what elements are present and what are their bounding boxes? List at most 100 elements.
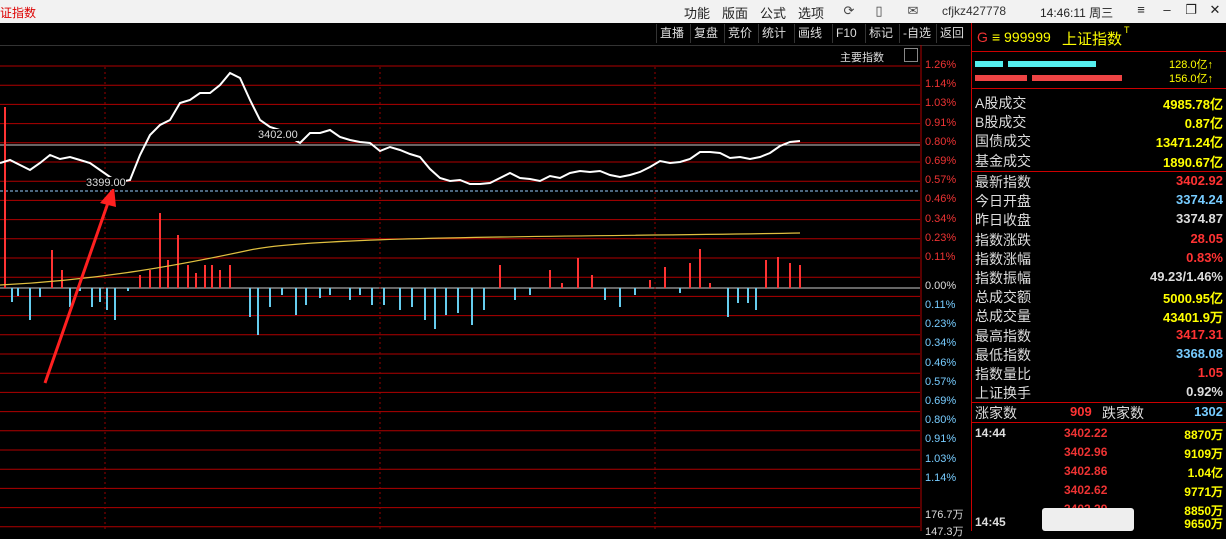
quote-row-label: 总成交额 [975,289,1031,306]
quote-row-value: 1890.67亿 [1163,154,1223,170]
high-price-marker: 3402.00 [258,129,298,141]
intraday-chart[interactable] [0,45,970,531]
live-button[interactable]: 直播 [656,24,687,43]
menu-options[interactable]: 选项 [798,3,824,22]
quote-row: 指数振幅 49.23/1.46% [972,267,1226,286]
quote-row: 总成交额 5000.95亿 [972,286,1226,306]
quote-row: 上证换手 0.92% [972,382,1226,401]
pct-axis-label: 1.03% [925,97,957,110]
auction-button[interactable]: 竞价 [724,24,755,43]
mail-icon[interactable]: ✉ [904,3,922,19]
pct-axis-label: 0.46% [925,193,957,206]
quote-row: 基金成交 1890.67亿 [972,150,1226,170]
down-count-value: 1302 [1194,404,1223,419]
sell-amount: 156.0亿↑ [1168,73,1213,85]
quote-row-value: 0.92% [1186,384,1223,400]
pct-axis-label: 1.03% [925,452,957,465]
pct-axis-label: 176.7万 [925,509,964,521]
quote-row-value: 28.05 [1190,230,1223,246]
menu-function[interactable]: 功能 [684,3,710,22]
phone-icon[interactable]: ▯ [870,3,888,19]
quote-row-value: 0.83% [1186,249,1223,265]
f10-button[interactable]: F10 [832,24,860,43]
main-index-label[interactable]: 主要指数 [840,49,884,65]
quote-row-value: 3417.31 [1176,326,1223,342]
menu-formula[interactable]: 公式 [760,3,786,22]
quote-row: 昨日收盘 3374.87 [972,209,1226,228]
tick-volume: 9771万 [1184,485,1223,499]
index-name: 上证指数 [1062,31,1123,48]
quote-row-value: 49.23/1.46% [1149,269,1223,284]
index-code: ≡ 999999 [992,29,1051,45]
quote-row: 最低指数 3368.08 [972,344,1226,363]
clock: 14:46:11 周三 [1040,6,1114,20]
quote-row-label: 最新指数 [975,174,1031,190]
flag-label: G [977,29,988,45]
pct-axis-label: 1.14% [925,471,957,484]
quote-row-value: 43401.9万 [1163,310,1223,326]
remove-watchlist-button[interactable]: -自选 [899,24,934,43]
quote-row: A股成交 4985.78亿 [972,92,1226,112]
replay-button[interactable]: 复盘 [690,24,721,43]
pct-axis-label: 0.46% [925,356,957,369]
quote-row-value: 3374.87 [1176,211,1223,227]
up-count-value: 909 [1070,404,1092,419]
pct-axis-label: 0.80% [925,414,957,427]
pct-axis-label: 1.26% [925,59,957,71]
low-price-marker: 3399.00 [86,177,126,189]
tick-row: 3402.62 9771万 [972,483,1226,502]
minimize-icon[interactable]: – [1156,2,1178,20]
pct-axis-label: 0.23% [925,318,957,331]
back-button[interactable]: 返回 [936,24,967,43]
buy-strength-bar-1 [975,61,1003,67]
pct-axis-label: 0.91% [925,116,957,129]
tick-time: 14:44 [975,426,1006,440]
quote-row-label: 昨日收盘 [975,212,1031,229]
quote-row-label: 国债成交 [975,133,1031,150]
quote-row: 指数量比 1.05 [972,363,1226,382]
pct-axis-label: 0.80% [925,135,957,148]
panel-toggle-button[interactable] [904,48,918,62]
quote-row-label: 最低指数 [975,346,1031,363]
tick-volume: 9109万 [1184,447,1223,461]
close-icon[interactable]: ✕ [1204,2,1226,20]
tick-price: 3402.86 [1064,464,1108,478]
quote-row: 指数涨幅 0.83% [972,248,1226,267]
quote-row-label: 指数涨幅 [975,250,1031,267]
quote-row: B股成交 0.87亿 [972,111,1226,132]
quote-row-label: A股成交 [975,95,1027,111]
trade-flag: T [1124,25,1130,35]
quote-row-label: 指数量比 [975,366,1031,382]
tick-price: 3402.62 [1064,483,1108,497]
stats-button[interactable]: 统计 [758,24,789,43]
pct-axis-label: 0.69% [925,395,957,407]
tick-row: 3402.86 1.04亿 [972,464,1226,483]
quote-panel: G ≡ 999999 上证指数 T 128.0亿↑ 156.0亿↑ A股成交 49… [971,23,1226,531]
breadth-row: 涨家数 909 跌家数 1302 [972,402,1226,421]
toolbar: 直播 复盘 竞价 统计 画线 F10 标记 -自选 返回 [0,23,970,46]
pct-axis-label: 0.23% [925,231,957,244]
menu-layout[interactable]: 版面 [722,3,748,22]
refresh-icon[interactable]: ⟳ [840,3,858,19]
pct-axis-label: 0.11% [925,251,956,263]
notification-popup[interactable] [1042,508,1134,531]
quote-row: 国债成交 13471.24亿 [972,130,1226,151]
tick-volume: 9650万 [1184,517,1223,531]
tick-price: 3402.96 [1064,445,1108,459]
price-line [0,71,801,185]
pct-axis-label: 0.57% [925,174,957,187]
quote-row-value: 0.87亿 [1184,116,1223,132]
menu-icon[interactable]: ≡ [1130,2,1152,20]
quote-row: 总成交量 43401.9万 [972,305,1226,326]
draw-line-button[interactable]: 画线 [794,24,825,43]
pct-axis-label: 0.11% [925,299,956,311]
quote-row-value: 3374.24 [1176,192,1223,208]
restore-icon[interactable]: ❐ [1180,2,1202,20]
pct-axis-label: 0.00% [925,280,957,292]
quote-row-value: 13471.24亿 [1155,135,1223,151]
divider [972,88,1226,89]
mark-button[interactable]: 标记 [865,24,896,43]
user-id: cfjkz427778 [942,4,1007,18]
pct-axis-label: 0.57% [925,375,957,388]
tick-time: 14:45 [975,515,1006,529]
